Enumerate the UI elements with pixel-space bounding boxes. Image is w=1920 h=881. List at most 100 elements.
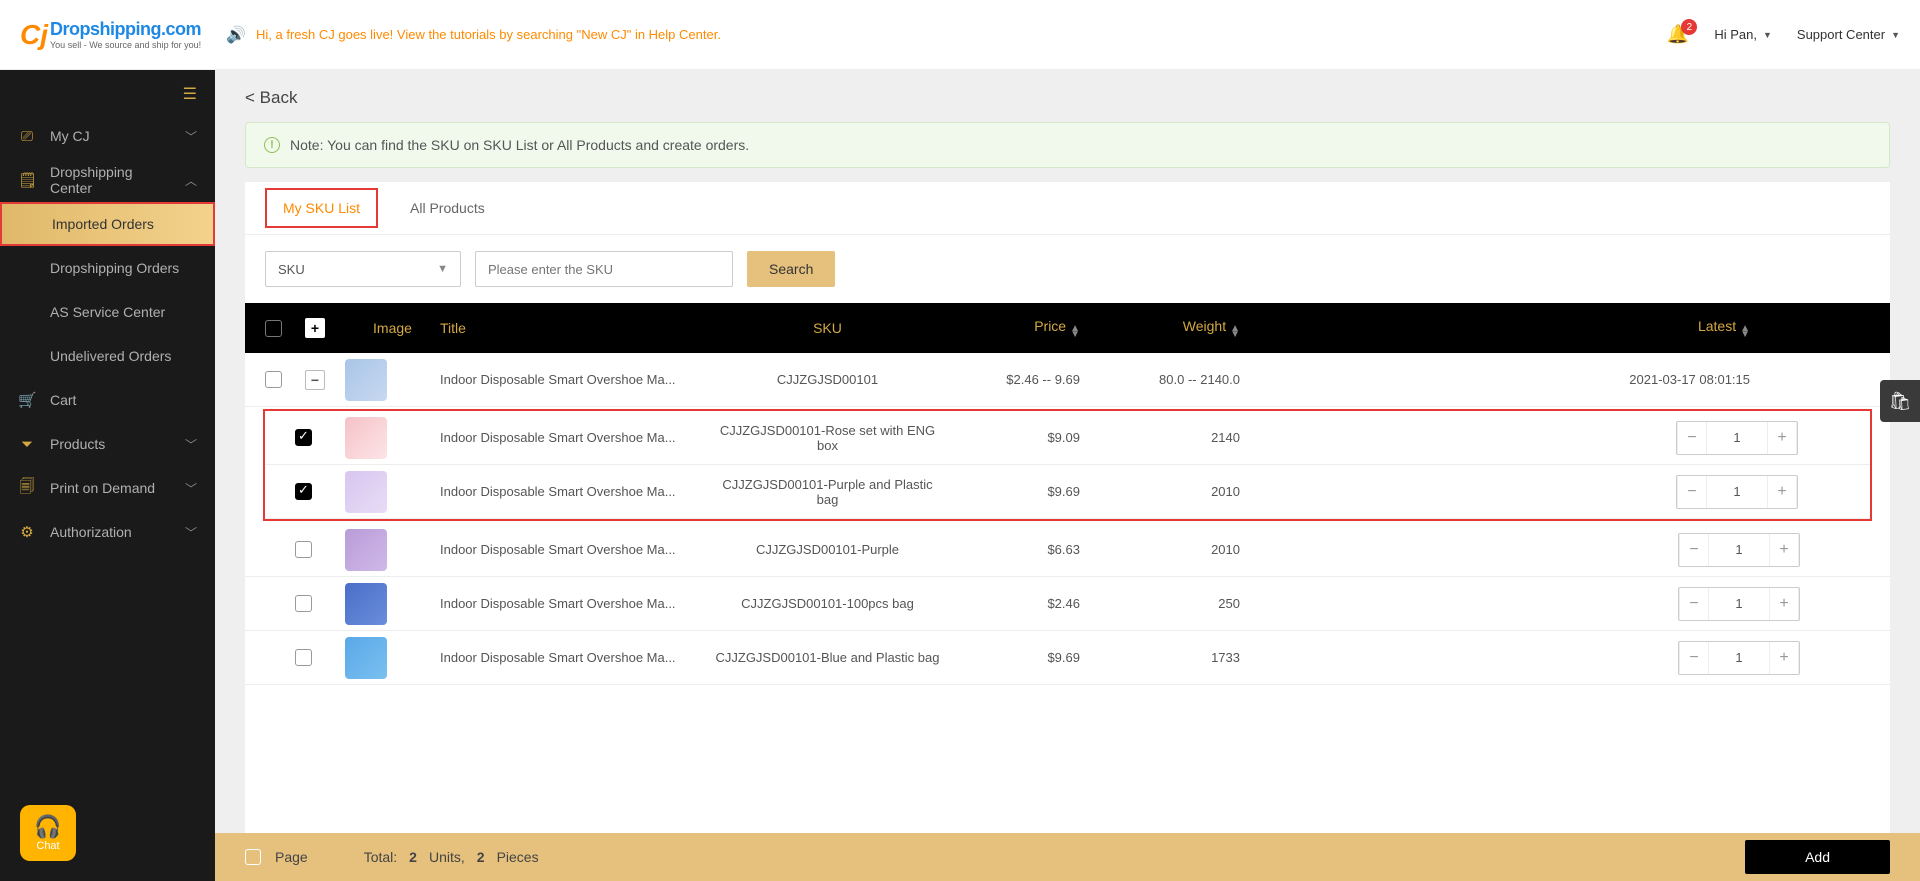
package-icon: ⏷ bbox=[18, 436, 36, 453]
nav-authorization[interactable]: ⚙ Authorization ﹀ bbox=[0, 510, 215, 554]
product-image bbox=[345, 359, 387, 401]
row-weight: 80.0 -- 2140.0 bbox=[1100, 372, 1260, 387]
expand-all-button[interactable]: + bbox=[305, 318, 325, 338]
nav-label: Products bbox=[50, 436, 105, 452]
nav-dropshipping-center[interactable]: 🗒 Dropshipping Center ︿ bbox=[0, 158, 215, 202]
speaker-icon: 🔊 bbox=[226, 25, 246, 45]
support-menu[interactable]: Support Center ▼ bbox=[1797, 27, 1900, 42]
footer-checkbox[interactable] bbox=[245, 849, 261, 865]
product-image bbox=[345, 417, 387, 459]
table-header: + Image Title SKU Price▲▼ Weight▲▼ Lates… bbox=[245, 303, 1890, 353]
nav-my-cj[interactable]: ⎚ My CJ ﹀ bbox=[0, 114, 215, 158]
pieces-label: Pieces bbox=[497, 849, 539, 865]
select-all-checkbox[interactable] bbox=[265, 320, 282, 337]
table-row: − Indoor Disposable Smart Overshoe Ma...… bbox=[245, 353, 1890, 407]
quantity-stepper[interactable]: − 1 + bbox=[1676, 475, 1798, 509]
qty-minus-button[interactable]: − bbox=[1679, 642, 1709, 674]
info-icon: ! bbox=[264, 137, 280, 153]
row-title: Indoor Disposable Smart Overshoe Ma... bbox=[440, 484, 715, 499]
row-checkbox[interactable] bbox=[295, 483, 312, 500]
nav-sub-label: Imported Orders bbox=[52, 216, 154, 232]
total-label: Total: bbox=[364, 849, 397, 865]
nav-label: Cart bbox=[50, 392, 76, 408]
table-row: Indoor Disposable Smart Overshoe Ma... C… bbox=[245, 577, 1890, 631]
back-button[interactable]: < Back bbox=[215, 70, 1920, 122]
quantity-stepper[interactable]: − 1 + bbox=[1678, 641, 1800, 675]
sidebar: ☰ ⎚ My CJ ﹀ 🗒 Dropshipping Center ︿ Impo… bbox=[0, 70, 215, 881]
user-greeting: Hi Pan, bbox=[1714, 27, 1757, 42]
caret-down-icon: ▼ bbox=[1763, 30, 1772, 40]
user-menu[interactable]: Hi Pan, ▼ bbox=[1714, 27, 1772, 42]
chevron-down-icon: ▼ bbox=[437, 263, 448, 275]
product-image bbox=[345, 471, 387, 513]
qty-minus-button[interactable]: − bbox=[1679, 534, 1709, 566]
nav-sub-imported-orders[interactable]: Imported Orders bbox=[0, 202, 215, 246]
qty-value: 1 bbox=[1709, 650, 1769, 665]
note-text: Note: You can find the SKU on SKU List o… bbox=[290, 137, 749, 153]
row-checkbox[interactable] bbox=[265, 371, 282, 388]
nav-sub-dropshipping-orders[interactable]: Dropshipping Orders bbox=[0, 246, 215, 290]
row-sku: CJJZGJSD00101 bbox=[715, 372, 940, 387]
tab-my-sku-list[interactable]: My SKU List bbox=[265, 188, 378, 228]
col-latest[interactable]: Latest▲▼ bbox=[1260, 318, 1870, 338]
caret-down-icon: ▼ bbox=[1891, 30, 1900, 40]
row-checkbox[interactable] bbox=[295, 649, 312, 666]
filter-select[interactable]: SKU ▼ bbox=[265, 251, 461, 287]
table-row: Indoor Disposable Smart Overshoe Ma... C… bbox=[245, 631, 1890, 685]
chat-button[interactable]: 🎧 Chat bbox=[20, 805, 76, 861]
row-weight: 250 bbox=[1100, 596, 1260, 611]
sort-icon: ▲▼ bbox=[1230, 326, 1240, 338]
qty-minus-button[interactable]: − bbox=[1677, 476, 1707, 508]
row-title: Indoor Disposable Smart Overshoe Ma... bbox=[440, 372, 715, 387]
tab-label: All Products bbox=[410, 200, 485, 216]
quantity-stepper[interactable]: − 1 + bbox=[1678, 533, 1800, 567]
notification-badge: 2 bbox=[1681, 19, 1697, 35]
tab-all-products[interactable]: All Products bbox=[404, 182, 491, 234]
qty-value: 1 bbox=[1709, 596, 1769, 611]
table-row: Indoor Disposable Smart Overshoe Ma... C… bbox=[265, 465, 1870, 519]
table-row: Indoor Disposable Smart Overshoe Ma... C… bbox=[265, 411, 1870, 465]
qty-minus-button[interactable]: − bbox=[1677, 422, 1707, 454]
row-title: Indoor Disposable Smart Overshoe Ma... bbox=[440, 542, 715, 557]
tab-label: My SKU List bbox=[283, 200, 360, 216]
logo[interactable]: Cj Dropshipping.com You sell - We source… bbox=[20, 19, 201, 51]
row-title: Indoor Disposable Smart Overshoe Ma... bbox=[440, 430, 715, 445]
row-price: $2.46 -- 9.69 bbox=[940, 372, 1100, 387]
sidebar-toggle-button[interactable]: ☰ bbox=[0, 70, 215, 114]
search-button[interactable]: Search bbox=[747, 251, 835, 287]
table-row: Indoor Disposable Smart Overshoe Ma... C… bbox=[245, 523, 1890, 577]
qty-minus-button[interactable]: − bbox=[1679, 588, 1709, 620]
row-checkbox[interactable] bbox=[295, 429, 312, 446]
qty-plus-button[interactable]: + bbox=[1769, 588, 1799, 620]
note-bar: ! Note: You can find the SKU on SKU List… bbox=[245, 122, 1890, 168]
chevron-down-icon: ﹀ bbox=[185, 480, 197, 497]
cart-drawer-button[interactable]: 🛍 bbox=[1880, 380, 1920, 422]
row-price: $9.69 bbox=[940, 650, 1100, 665]
col-price[interactable]: Price▲▼ bbox=[940, 318, 1100, 338]
col-weight[interactable]: Weight▲▼ bbox=[1100, 318, 1260, 338]
cart-icon: 🛒 bbox=[18, 391, 36, 409]
notifications-button[interactable]: 🔔 2 bbox=[1667, 24, 1689, 45]
qty-plus-button[interactable]: + bbox=[1769, 534, 1799, 566]
product-image bbox=[345, 637, 387, 679]
quantity-stepper[interactable]: − 1 + bbox=[1678, 587, 1800, 621]
row-price: $6.63 bbox=[940, 542, 1100, 557]
quantity-stepper[interactable]: − 1 + bbox=[1676, 421, 1798, 455]
nav-cart[interactable]: 🛒 Cart bbox=[0, 378, 215, 422]
sku-input[interactable] bbox=[475, 251, 733, 287]
nav-sub-as-service[interactable]: AS Service Center bbox=[0, 290, 215, 334]
row-checkbox[interactable] bbox=[295, 541, 312, 558]
col-sku: SKU bbox=[715, 320, 940, 336]
row-weight: 2010 bbox=[1100, 484, 1260, 499]
units-label: Units, bbox=[429, 849, 465, 865]
qty-plus-button[interactable]: + bbox=[1767, 476, 1797, 508]
nav-sub-undelivered[interactable]: Undelivered Orders bbox=[0, 334, 215, 378]
collapse-button[interactable]: − bbox=[305, 370, 325, 390]
add-button[interactable]: Add bbox=[1745, 840, 1890, 874]
nav-print-on-demand[interactable]: 🗐 Print on Demand ﹀ bbox=[0, 466, 215, 510]
chat-icon: 🎧 bbox=[34, 814, 61, 840]
qty-plus-button[interactable]: + bbox=[1767, 422, 1797, 454]
nav-products[interactable]: ⏷ Products ﹀ bbox=[0, 422, 215, 466]
qty-plus-button[interactable]: + bbox=[1769, 642, 1799, 674]
row-checkbox[interactable] bbox=[295, 595, 312, 612]
